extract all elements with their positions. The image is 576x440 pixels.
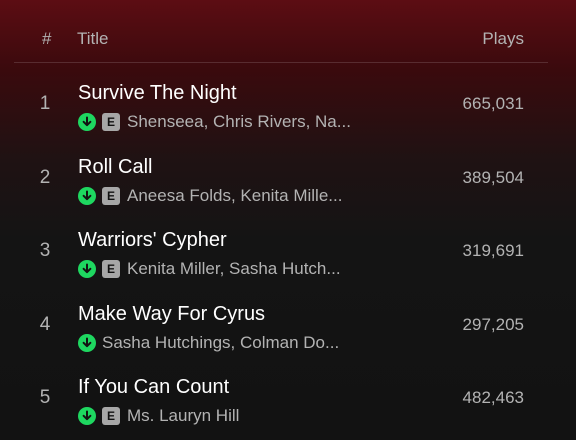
track-row[interactable]: 3 Warriors' Cypher E Kenita Miller, Sash… (14, 215, 548, 287)
track-title[interactable]: If You Can Count (78, 376, 229, 399)
track-number: 5 (39, 387, 51, 408)
download-complete-icon (78, 260, 96, 278)
track-artists[interactable]: Kenita Miller, Sasha Hutch... (127, 259, 341, 279)
download-complete-icon (78, 334, 96, 352)
explicit-badge: E (102, 113, 120, 131)
explicit-badge: E (102, 187, 120, 205)
track-number: 4 (39, 314, 51, 335)
column-header-number: # (42, 29, 52, 48)
explicit-badge: E (102, 407, 120, 425)
explicit-badge: E (102, 260, 120, 278)
tracklist-header: # Title Plays (14, 0, 548, 63)
track-row[interactable]: 1 Survive The Night E Shenseea, Chris Ri… (14, 68, 548, 140)
track-number: 1 (39, 93, 51, 114)
track-artists[interactable]: Aneesa Folds, Kenita Mille... (127, 186, 342, 206)
track-row[interactable]: 4 Make Way For Cyrus Sasha Hutchings, Co… (14, 289, 548, 361)
column-header-plays[interactable]: Plays (482, 29, 524, 49)
track-subline: Sasha Hutchings, Colman Do... (78, 333, 339, 353)
track-artists[interactable]: Sasha Hutchings, Colman Do... (102, 333, 339, 353)
track-row[interactable]: 5 If You Can Count E Ms. Lauryn Hill 482… (14, 362, 548, 434)
track-plays: 319,691 (462, 241, 524, 260)
track-number: 3 (39, 240, 51, 261)
column-header-title[interactable]: Title (77, 29, 109, 49)
track-plays: 665,031 (462, 94, 524, 113)
track-title[interactable]: Roll Call (78, 156, 152, 179)
track-row[interactable]: 2 Roll Call E Aneesa Folds, Kenita Mille… (14, 142, 548, 214)
track-subline: E Shenseea, Chris Rivers, Na... (78, 112, 351, 132)
download-complete-icon (78, 113, 96, 131)
track-plays: 482,463 (462, 388, 524, 407)
track-subline: E Aneesa Folds, Kenita Mille... (78, 186, 342, 206)
download-complete-icon (78, 407, 96, 425)
download-complete-icon (78, 187, 96, 205)
track-subline: E Kenita Miller, Sasha Hutch... (78, 259, 341, 279)
track-plays: 297,205 (462, 315, 524, 334)
track-title[interactable]: Warriors' Cypher (78, 229, 227, 252)
track-title[interactable]: Make Way For Cyrus (78, 303, 265, 326)
track-subline: E Ms. Lauryn Hill (78, 406, 239, 426)
track-plays: 389,504 (462, 168, 524, 187)
track-number: 2 (39, 167, 51, 188)
track-title[interactable]: Survive The Night (78, 82, 237, 105)
track-artists[interactable]: Ms. Lauryn Hill (127, 406, 239, 426)
track-artists[interactable]: Shenseea, Chris Rivers, Na... (127, 112, 351, 132)
